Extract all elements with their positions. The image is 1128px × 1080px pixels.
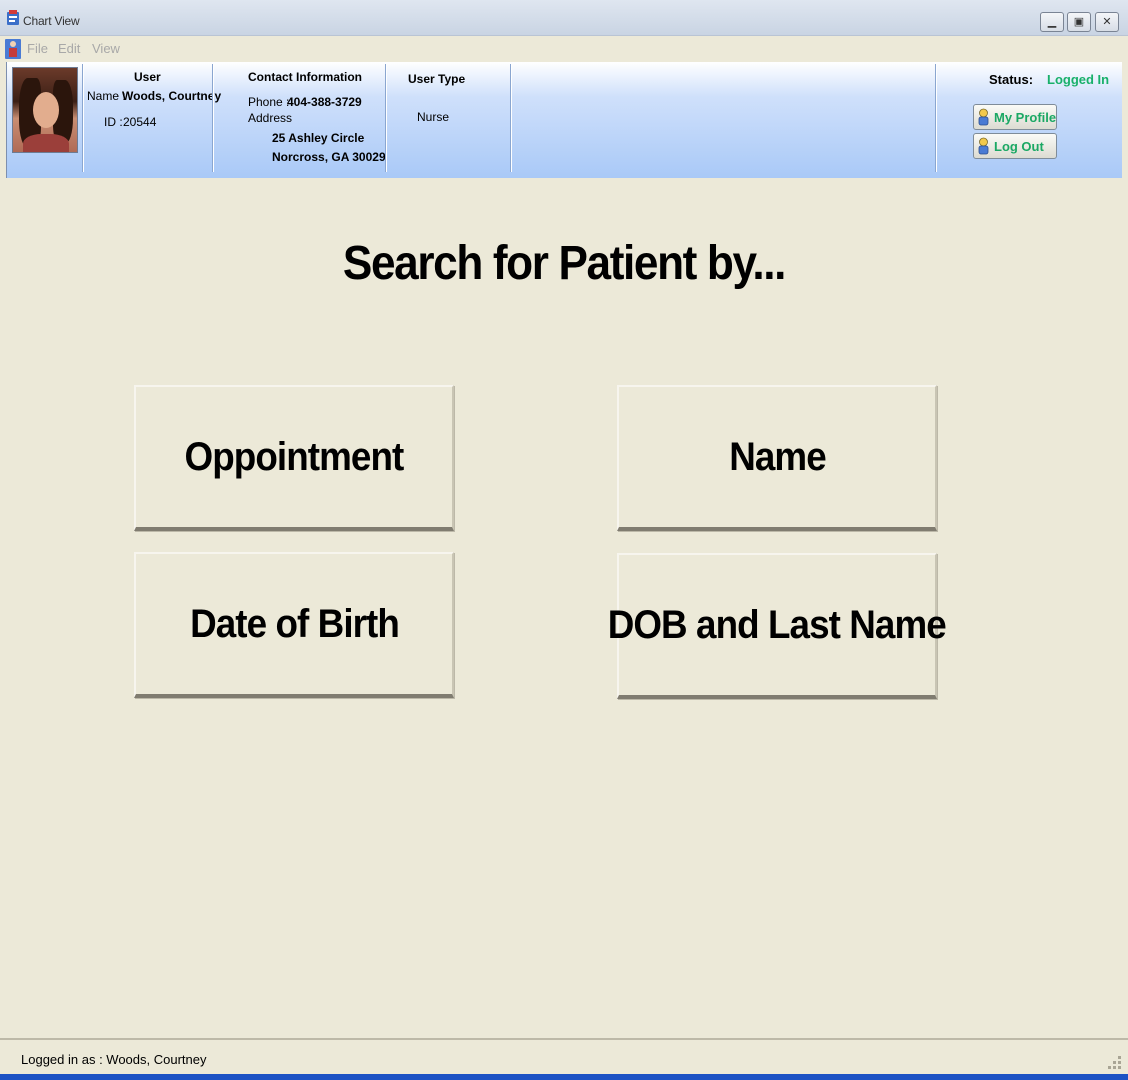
phone-value: 404-388-3729 — [287, 95, 362, 109]
status-bar: Logged in as : Woods, Courtney — [0, 1038, 1128, 1074]
divider — [82, 64, 84, 172]
resize-grip-icon[interactable] — [1102, 1054, 1122, 1072]
address-line2: Norcross, GA 30029 — [272, 150, 386, 164]
menu-file[interactable]: File — [27, 41, 48, 56]
person-icon — [978, 108, 989, 126]
log-out-label: Log Out — [994, 139, 1044, 154]
address-label: Address — [248, 111, 293, 125]
person-icon — [978, 137, 989, 155]
my-profile-button[interactable]: My Profile — [973, 104, 1057, 130]
address-line1: 25 Ashley Circle — [272, 131, 365, 145]
menu-bar: File Edit View — [0, 36, 1128, 62]
user-heading: User — [134, 70, 161, 84]
user-name-value: Woods, Courtney — [122, 89, 222, 103]
minimize-button[interactable]: ▁ — [1040, 12, 1064, 32]
user-id-value: 20544 — [123, 115, 157, 129]
search-by-dob-label: Date of Birth — [189, 601, 400, 646]
window-title: Chart View — [23, 14, 80, 28]
search-by-dob-button[interactable]: Date of Birth — [134, 552, 454, 698]
page-title: Search for Patient by... — [342, 237, 787, 290]
app-menu-icon[interactable] — [4, 38, 22, 60]
divider — [510, 64, 512, 172]
search-by-dob-last-name-label: DOB and Last Name — [607, 602, 947, 647]
search-by-name-label: Name — [728, 434, 826, 479]
user-avatar — [12, 67, 78, 153]
search-by-dob-last-name-button[interactable]: DOB and Last Name — [608, 553, 947, 699]
divider — [935, 64, 937, 172]
restore-button[interactable]: ▣ — [1067, 12, 1091, 32]
user-header-panel: User Name : Woods, Courtney ID : 20544 C… — [6, 62, 1122, 178]
close-button[interactable]: ✕ — [1095, 12, 1119, 32]
user-name-label: Name : — [87, 89, 126, 103]
status-value: Logged In — [1047, 72, 1110, 87]
divider — [212, 64, 214, 172]
user-type-value: Nurse — [417, 110, 450, 124]
status-label: Status: — [989, 72, 1034, 87]
search-by-appointment-button[interactable]: Oppointment — [134, 385, 454, 531]
taskbar-edge — [0, 1074, 1128, 1080]
app-icon — [7, 10, 19, 25]
divider — [385, 64, 387, 172]
search-by-name-button[interactable]: Name — [617, 385, 937, 531]
menu-edit[interactable]: Edit — [58, 41, 80, 56]
title-bar: Chart View ▁ ▣ ✕ — [0, 0, 1128, 36]
menu-view[interactable]: View — [92, 41, 120, 56]
logged-in-as-text: Logged in as : Woods, Courtney — [21, 1052, 207, 1067]
user-type-heading: User Type — [408, 72, 466, 86]
log-out-button[interactable]: Log Out — [973, 133, 1057, 159]
user-id-label: ID : — [104, 115, 123, 129]
search-by-appointment-label: Oppointment — [184, 434, 405, 479]
phone-label: Phone : — [248, 95, 290, 109]
contact-heading: Contact Information — [248, 70, 362, 84]
my-profile-label: My Profile — [994, 110, 1057, 125]
